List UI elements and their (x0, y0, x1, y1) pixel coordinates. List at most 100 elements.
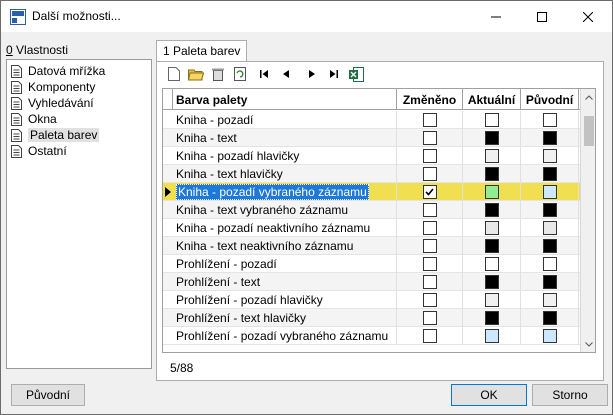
current-color-swatch[interactable] (484, 113, 499, 127)
palette-color-name-cell[interactable]: Kniha - pozadí vybraného záznamu (173, 183, 397, 201)
scroll-thumb[interactable] (584, 116, 594, 146)
current-color-cell[interactable] (463, 201, 521, 219)
table-row[interactable]: Prohlížení - text (163, 273, 580, 291)
palette-color-name-cell[interactable]: Prohlížení - pozadí (173, 255, 397, 273)
first-record-button[interactable] (256, 66, 272, 82)
table-row[interactable]: Kniha - pozadí vybraného záznamu (163, 183, 580, 201)
changed-checkbox[interactable] (422, 131, 437, 145)
palette-grid[interactable]: Barva palety Změněno Aktuální Původní Kn… (162, 88, 596, 353)
next-record-button[interactable] (304, 66, 320, 82)
changed-checkbox[interactable] (422, 275, 437, 289)
table-row[interactable]: Prohlížení - pozadí vybraného záznamu (163, 327, 580, 345)
current-color-swatch[interactable] (484, 131, 499, 145)
new-button[interactable] (166, 66, 182, 82)
vertical-scrollbar[interactable] (580, 89, 595, 352)
header-current[interactable]: Aktuální (463, 89, 521, 110)
current-color-cell[interactable] (463, 273, 521, 291)
current-color-swatch[interactable] (484, 167, 499, 181)
current-color-swatch[interactable] (484, 329, 499, 343)
minimize-button[interactable] (473, 1, 519, 32)
palette-color-name-cell[interactable]: Kniha - pozadí neaktivního záznamu (173, 219, 397, 237)
current-color-swatch[interactable] (484, 149, 499, 163)
current-color-cell[interactable] (463, 147, 521, 165)
current-color-swatch[interactable] (484, 221, 499, 235)
changed-checkbox[interactable] (422, 239, 437, 253)
current-color-swatch[interactable] (484, 257, 499, 271)
table-row[interactable]: Prohlížení - text hlavičky (163, 309, 580, 327)
current-color-swatch[interactable] (484, 293, 499, 307)
changed-checkbox[interactable] (422, 221, 437, 235)
properties-list[interactable]: Datová mřížka Komponenty Vyhledávání Okna Pa… (6, 59, 152, 369)
table-row[interactable]: Prohlížení - pozadí hlavičky (163, 291, 580, 309)
current-color-cell[interactable] (463, 255, 521, 273)
palette-color-name-cell[interactable]: Prohlížení - text (173, 273, 397, 291)
last-record-button[interactable] (326, 66, 342, 82)
current-color-cell[interactable] (463, 183, 521, 201)
palette-color-name-cell[interactable]: Kniha - text vybraného záznamu (173, 201, 397, 219)
original-color-cell (521, 129, 579, 147)
table-row[interactable]: Prohlížení - pozadí (163, 255, 580, 273)
current-color-swatch[interactable] (484, 311, 499, 325)
properties-item[interactable]: Okna (11, 111, 57, 127)
table-row[interactable]: Kniha - text (163, 129, 580, 147)
header-changed[interactable]: Změněno (397, 89, 463, 110)
maximize-button[interactable] (519, 1, 565, 32)
previous-record-button[interactable] (278, 66, 294, 82)
changed-checkbox[interactable] (422, 293, 437, 307)
palette-color-name-cell[interactable]: Prohlížení - pozadí hlavičky (173, 291, 397, 309)
current-color-cell[interactable] (463, 111, 521, 129)
current-color-swatch[interactable] (484, 239, 499, 253)
current-color-cell[interactable] (463, 219, 521, 237)
table-row[interactable]: Kniha - text hlavičky (163, 165, 580, 183)
current-color-cell[interactable] (463, 165, 521, 183)
title-bar[interactable]: Další možnosti... (1, 1, 612, 32)
properties-item[interactable]: Vyhledávání (11, 95, 94, 111)
delete-button[interactable] (210, 66, 226, 82)
tab-palette[interactable]: 1 Paleta barev (156, 40, 247, 62)
table-row[interactable]: Kniha - pozadí hlavičky (163, 147, 580, 165)
current-color-swatch[interactable] (484, 275, 499, 289)
header-original[interactable]: Původní (521, 89, 579, 110)
properties-item[interactable]: Datová mřížka (11, 63, 105, 79)
scroll-down-button[interactable] (581, 336, 595, 352)
original-color-cell (521, 147, 579, 165)
restore-original-button[interactable]: Původní (11, 384, 85, 406)
changed-checkbox[interactable] (422, 185, 437, 199)
header-palette-color[interactable]: Barva palety (173, 89, 397, 110)
palette-color-name-cell[interactable]: Kniha - pozadí (173, 111, 397, 129)
excel-export-button[interactable] (348, 66, 364, 82)
palette-color-name-cell[interactable]: Prohlížení - text hlavičky (173, 309, 397, 327)
ok-button[interactable]: OK (451, 384, 527, 406)
changed-checkbox[interactable] (422, 203, 437, 217)
changed-checkbox[interactable] (422, 311, 437, 325)
close-button[interactable] (565, 1, 611, 32)
current-color-swatch[interactable] (484, 185, 499, 199)
properties-item[interactable]: Ostatní (11, 143, 67, 159)
current-color-cell[interactable] (463, 309, 521, 327)
properties-item[interactable]: Komponenty (11, 79, 95, 95)
palette-color-name-cell[interactable]: Kniha - text (173, 129, 397, 147)
refresh-button[interactable] (232, 66, 248, 82)
changed-checkbox[interactable] (422, 329, 437, 343)
changed-checkbox[interactable] (422, 167, 437, 181)
current-color-swatch[interactable] (484, 203, 499, 217)
current-color-cell[interactable] (463, 237, 521, 255)
cancel-button[interactable]: Storno (532, 384, 608, 406)
table-row[interactable]: Kniha - text vybraného záznamu (163, 201, 580, 219)
palette-color-name-cell[interactable]: Prohlížení - pozadí vybraného záznamu (173, 327, 397, 345)
changed-checkbox[interactable] (422, 113, 437, 127)
current-color-cell[interactable] (463, 327, 521, 345)
table-row[interactable]: Kniha - pozadí neaktivního záznamu (163, 219, 580, 237)
current-color-cell[interactable] (463, 129, 521, 147)
current-color-cell[interactable] (463, 291, 521, 309)
properties-item[interactable]: Paleta barev (11, 127, 100, 143)
open-button[interactable] (188, 66, 204, 82)
table-row[interactable]: Kniha - text neaktivního záznamu (163, 237, 580, 255)
changed-checkbox[interactable] (422, 257, 437, 271)
palette-color-name-cell[interactable]: Kniha - pozadí hlavičky (173, 147, 397, 165)
palette-color-name-cell[interactable]: Kniha - text neaktivního záznamu (173, 237, 397, 255)
palette-color-name-cell[interactable]: Kniha - text hlavičky (173, 165, 397, 183)
scroll-up-button[interactable] (581, 89, 595, 105)
changed-checkbox[interactable] (422, 149, 437, 163)
table-row[interactable]: Kniha - pozadí (163, 111, 580, 129)
